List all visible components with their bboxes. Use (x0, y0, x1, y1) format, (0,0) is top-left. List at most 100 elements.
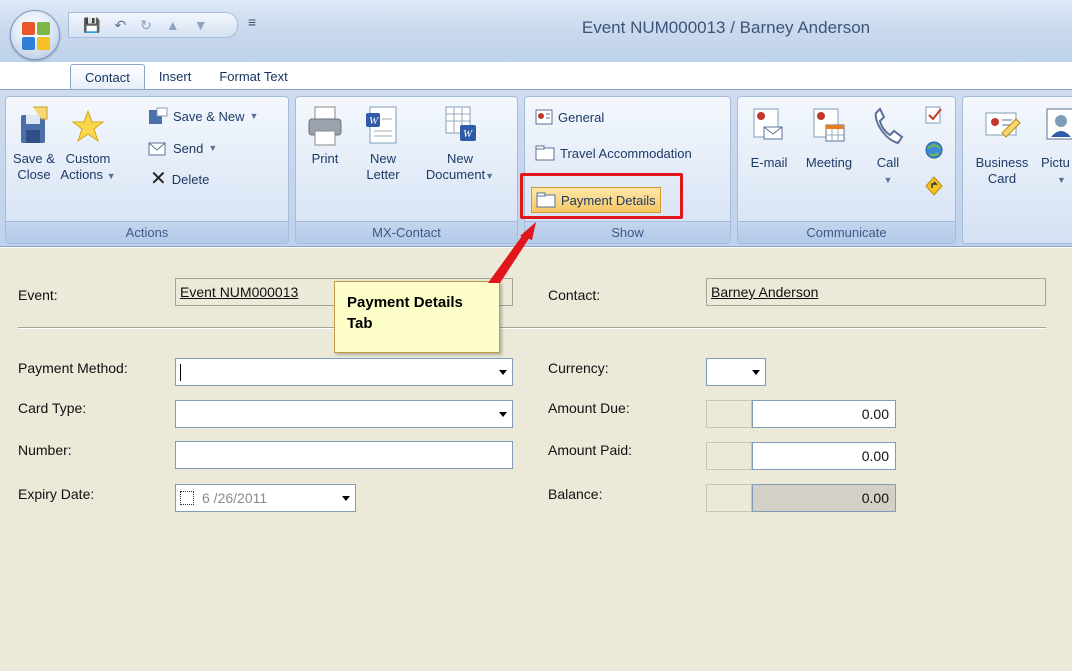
event-value[interactable]: Event NUM000013 (180, 284, 298, 300)
ribbon: Save & Close Custom Actions ▼ Save & New… (0, 89, 1072, 247)
title-bar: 💾 ↶ ↻ ▲ ▼ ≡ Event NUM000013 / Barney And… (0, 0, 1072, 62)
travel-accommodation-label: Travel Accommodation (560, 145, 692, 161)
payment-details-highlight-box (520, 173, 683, 219)
number-label: Number: (18, 442, 72, 458)
tab-page-icon (535, 145, 555, 161)
amount-due-label: Amount Due: (548, 400, 630, 416)
dropdown-arrow-icon: ▼ (1057, 175, 1066, 185)
payment-method-label: Payment Method: (18, 360, 128, 376)
callout-line-1: Payment Details (347, 294, 463, 311)
custom-actions-label-2: Actions (60, 167, 104, 182)
meeting-button[interactable]: Meeting (800, 105, 858, 171)
general-label: General (558, 109, 605, 125)
email-button[interactable]: E-mail (746, 105, 792, 171)
save-new-label: Save & New (173, 108, 245, 124)
callout-line-2: Tab (347, 315, 373, 332)
picture-button[interactable]: Pictu ▼ (1041, 105, 1072, 188)
expiry-date-checkbox[interactable] (180, 491, 194, 505)
svg-text:W: W (463, 128, 473, 140)
globe-icon (925, 141, 943, 159)
dropdown-arrow-icon: ▼ (106, 171, 116, 181)
business-card-label-2: Card (987, 171, 1017, 186)
office-button[interactable] (10, 10, 60, 60)
group-label-actions: Actions (6, 221, 288, 243)
balance-value: 0.00 (752, 484, 896, 512)
map-button[interactable] (922, 175, 946, 201)
meeting-calendar-icon (813, 108, 845, 142)
new-letter-button[interactable]: W New Letter (358, 105, 408, 183)
expiry-date-value: 6 /26/2011 (202, 490, 268, 506)
expiry-date-label: Expiry Date: (18, 486, 95, 502)
tab-contact[interactable]: Contact (70, 64, 145, 90)
document-merge-icon: W (445, 106, 476, 141)
new-letter-label-1: New (369, 151, 396, 166)
dropdown-arrow-icon: ▼ (883, 175, 893, 185)
call-button[interactable]: Call ▼ (868, 105, 908, 188)
currency-label: Currency: (548, 360, 609, 376)
payment-details-callout: Payment Details Tab (334, 281, 500, 353)
contact-label: Contact: (548, 287, 601, 303)
contact-card-icon (535, 109, 553, 125)
web-page-button[interactable] (922, 139, 946, 165)
number-input[interactable] (175, 441, 513, 469)
new-letter-label-2: Letter (366, 167, 400, 182)
general-button[interactable]: General (535, 109, 604, 125)
business-card-icon (985, 112, 1021, 138)
payment-method-dropdown-arrow-icon[interactable] (494, 360, 511, 384)
email-label: E-mail (750, 155, 788, 170)
picture-icon (1046, 108, 1072, 140)
svg-text:W: W (369, 115, 379, 127)
currency-dropdown-arrow-icon[interactable] (747, 360, 764, 384)
office-logo-icon (22, 22, 50, 50)
delete-button[interactable]: ✕ Delete (150, 169, 209, 189)
payment-method-dropdown[interactable] (175, 358, 513, 386)
expiry-date-dropdown-arrow-icon[interactable] (337, 486, 354, 510)
dropdown-arrow-icon: ▼ (485, 171, 495, 181)
amount-due-currency (706, 400, 752, 428)
business-card-label-1: Business (975, 155, 1029, 170)
call-label: Call (876, 155, 900, 170)
currency-dropdown[interactable] (706, 358, 766, 386)
phone-icon (874, 107, 904, 145)
tab-format-text[interactable]: Format Text (205, 64, 301, 90)
group-actions: Save & Close Custom Actions ▼ Save & New… (5, 96, 289, 244)
card-type-label: Card Type: (18, 400, 87, 416)
tab-insert[interactable]: Insert (145, 64, 206, 90)
meeting-label: Meeting (805, 155, 853, 170)
print-button[interactable]: Print (302, 105, 348, 167)
card-type-dropdown[interactable] (175, 400, 513, 428)
delete-label: Delete (171, 171, 210, 187)
save-close-label-2: Close (17, 167, 51, 182)
star-icon (71, 109, 105, 143)
save-new-button[interactable]: Save & New ▼ (148, 107, 258, 125)
window-title: Event NUM000013 / Barney Anderson (581, 18, 871, 37)
task-button[interactable] (922, 105, 946, 131)
new-document-button[interactable]: W New Document▼ (418, 105, 502, 184)
travel-accommodation-button[interactable]: Travel Accommodation (535, 145, 692, 161)
business-card-button[interactable]: Business Card (969, 105, 1035, 187)
group-label-communicate: Communicate (738, 221, 955, 243)
balance-label: Balance: (548, 486, 603, 502)
balance-currency (706, 484, 752, 512)
custom-actions-label-1: Custom (65, 151, 111, 166)
send-button[interactable]: Send ▼ (148, 139, 217, 157)
form-separator (18, 327, 1046, 329)
amount-paid-currency (706, 442, 752, 470)
contact-value[interactable]: Barney Anderson (711, 284, 818, 300)
card-type-dropdown-arrow-icon[interactable] (494, 402, 511, 426)
dropdown-arrow-icon: ▼ (208, 143, 218, 153)
group-label-mx-contact: MX-Contact (296, 221, 517, 243)
group-mx-contact: Print W New Letter W New Document▼ MX-Co… (295, 96, 518, 244)
amount-paid-input[interactable]: 0.00 (752, 442, 896, 470)
task-check-icon (925, 106, 942, 124)
send-icon (148, 142, 166, 156)
delete-icon: ✕ (150, 168, 167, 190)
expiry-date-picker[interactable]: 6 /26/2011 (175, 484, 356, 512)
event-label: Event: (18, 287, 58, 303)
contact-field[interactable]: Barney Anderson (706, 278, 1046, 306)
save-close-button[interactable]: Save & Close (12, 105, 56, 183)
custom-actions-button[interactable]: Custom Actions ▼ (58, 105, 118, 184)
amount-due-input[interactable]: 0.00 (752, 400, 896, 428)
printer-icon (308, 106, 342, 146)
word-letter-icon: W (366, 106, 397, 144)
